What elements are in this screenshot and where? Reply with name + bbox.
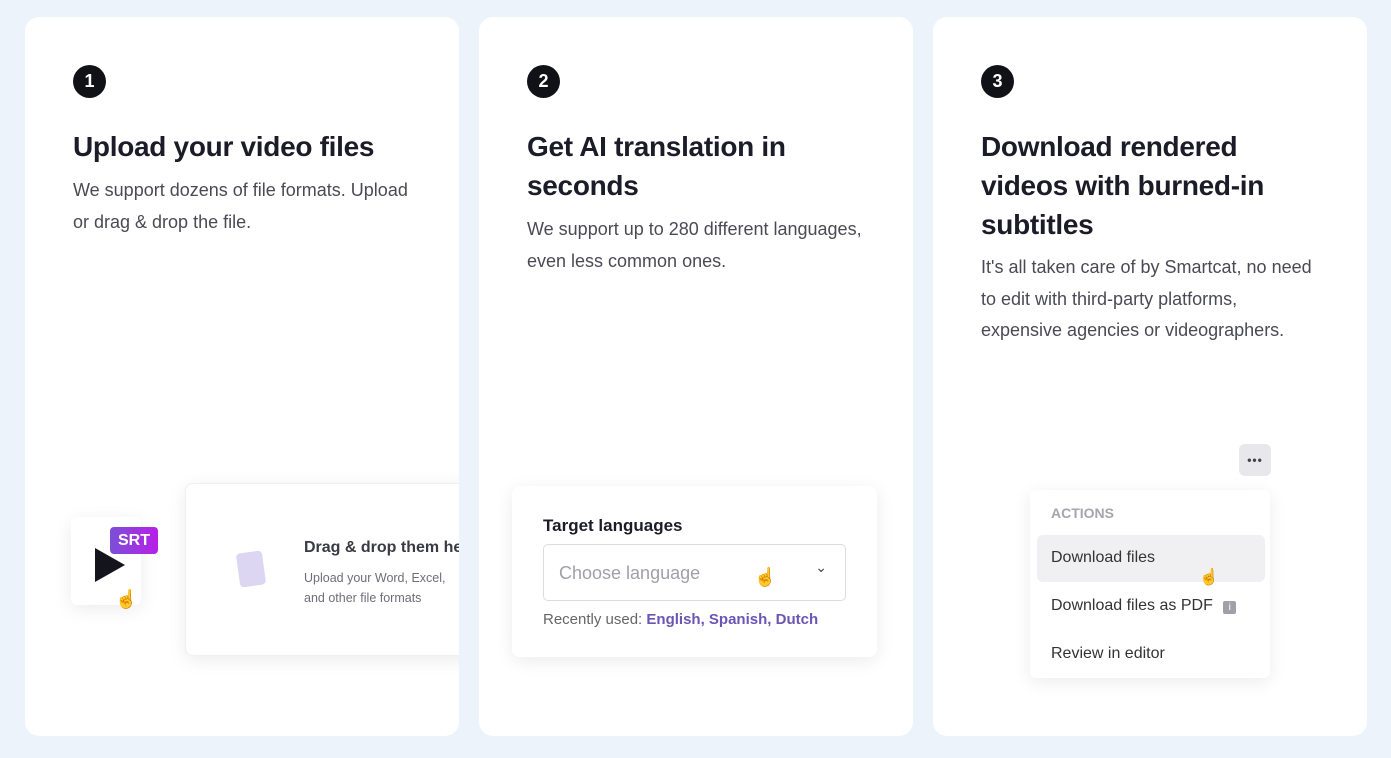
- step-card-3: 3 Download rendered videos with burned-i…: [933, 17, 1367, 736]
- recent-label: Recently used:: [543, 611, 643, 628]
- menu-item-download-files[interactable]: Download files ☝: [1037, 535, 1265, 586]
- step-description: We support up to 280 different languages…: [527, 219, 862, 271]
- recent-languages: Recently used: English, Spanish, Dutch: [543, 611, 819, 628]
- menu-item-download-pdf[interactable]: Download files as PDF i: [1051, 597, 1237, 615]
- menu-item-label: Download files as PDF: [1051, 597, 1213, 614]
- actions-header: ACTIONS: [1051, 505, 1114, 521]
- step-description: It's all taken care of by Smartcat, no n…: [981, 257, 1312, 340]
- more-options-button[interactable]: •••: [1239, 444, 1271, 476]
- step-number: 3: [981, 65, 1014, 98]
- step-card-2: 2 Get AI translation in seconds We suppo…: [479, 17, 913, 736]
- srt-badge: SRT: [110, 527, 158, 554]
- language-widget: Target languages Choose language ☝ ⌄ Rec…: [512, 486, 877, 657]
- recent-dutch[interactable]: Dutch: [776, 611, 819, 628]
- menu-item-label: Download files: [1051, 549, 1156, 566]
- step-card-1: 1 Upload your video files We support doz…: [25, 17, 459, 736]
- target-languages-label: Target languages: [543, 516, 683, 535]
- file-icon: [235, 550, 267, 588]
- step-number: 1: [73, 65, 106, 98]
- step-description: We support dozens of file formats. Uploa…: [73, 180, 408, 232]
- step-title: Download rendered videos with burned-in …: [981, 131, 1265, 240]
- language-select[interactable]: Choose language ☝ ⌄: [543, 544, 846, 601]
- hand-cursor-icon: ☝: [115, 589, 138, 609]
- language-placeholder: Choose language: [559, 563, 701, 583]
- video-file-tile[interactable]: SRT ☝: [71, 517, 158, 609]
- drop-subtitle: Upload your Word, Excel, and other file …: [304, 571, 446, 605]
- drop-title: Drag & drop them here: [304, 539, 459, 556]
- menu-item-review-editor[interactable]: Review in editor: [1051, 645, 1165, 663]
- info-icon: i: [1223, 601, 1237, 614]
- step-number: 2: [527, 65, 560, 98]
- actions-menu: ACTIONS Download files ☝ Download files …: [1030, 490, 1270, 678]
- step-title: Upload your video files: [73, 131, 375, 162]
- step-title: Get AI translation in seconds: [527, 131, 786, 201]
- recent-english[interactable]: English: [646, 611, 700, 628]
- hand-cursor-icon: ☝: [754, 567, 777, 587]
- recent-spanish[interactable]: Spanish: [709, 611, 767, 628]
- drop-zone[interactable]: Drag & drop them here Upload your Word, …: [185, 483, 459, 656]
- chevron-down-icon: ⌄: [815, 559, 827, 575]
- hand-cursor-icon: ☝: [1199, 569, 1219, 586]
